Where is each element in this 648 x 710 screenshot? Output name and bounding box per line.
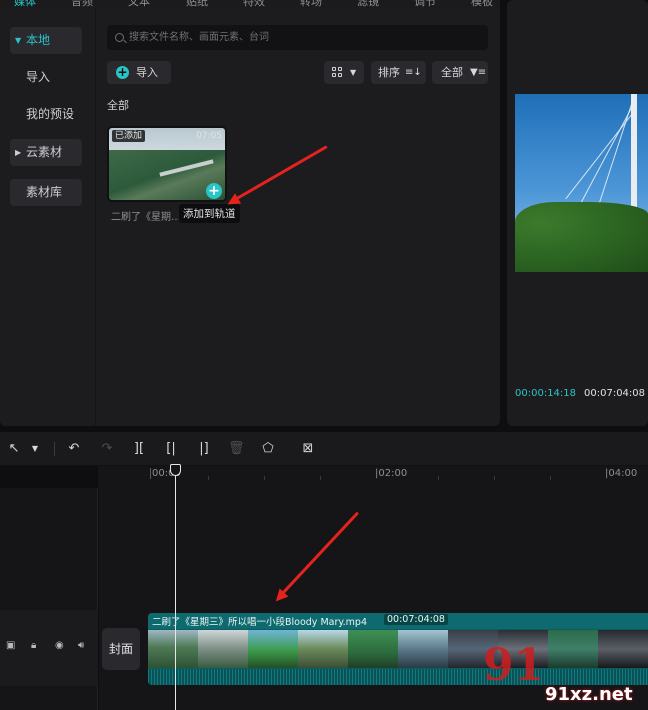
media-filename: 二刷了《星期… [111, 212, 181, 223]
sidebar-item-label: 素材库 [26, 185, 63, 199]
volume-icon[interactable]: 🔊︎ [78, 640, 84, 651]
sidebar-item-my-presets[interactable]: 我的预设 [10, 101, 82, 128]
tab-media[interactable]: 媒体 [14, 0, 36, 8]
preview-frame [515, 94, 648, 272]
undo-icon[interactable]: ↶ [66, 432, 82, 466]
tab-filters[interactable]: 滤镜 [357, 0, 379, 8]
added-tag: 已添加 [112, 130, 146, 142]
timeline-toolbar: ↖ ▼ ↶ ↷ ][ [| |] 🗑 ⬠ ⊠ [0, 432, 648, 466]
clip-name: 二刷了《星期三》所以唱一小段Bloody Mary.mp4 [152, 617, 367, 628]
delete-icon[interactable]: 🗑 [228, 432, 245, 466]
import-label: 导入 [136, 66, 158, 79]
eye-icon[interactable]: ◉ [55, 640, 64, 651]
video-clip[interactable]: 二刷了《星期三》所以唱一小段Bloody Mary.mp4 00:07:04:0… [148, 613, 648, 685]
select-icon[interactable]: ↖ [6, 432, 22, 466]
preview-panel: 00:00:14:18 00:07:04:08 [507, 0, 648, 426]
ruler-label: |02:00 [375, 468, 408, 479]
tab-transitions[interactable]: 转场 [300, 0, 322, 8]
search-placeholder: 搜索文件名称、画面元素、台词 [129, 32, 269, 43]
filter-button[interactable]: 全部 ▼≡ [432, 61, 488, 84]
tab-text[interactable]: 文本 [128, 0, 150, 8]
add-to-track-button[interactable]: + [206, 183, 222, 199]
plus-icon: + [116, 65, 129, 79]
chevron-down-icon: ▼ [350, 68, 357, 77]
media-thumbnail[interactable]: 已添加 07:05 + [107, 126, 227, 202]
filter-icon: ▼≡ [470, 67, 487, 78]
section-label-all: 全部 [107, 99, 129, 112]
watermark-logo: 91 [483, 640, 545, 691]
track-controls: ▣ 🔒︎ ◉ 🔊︎ [0, 610, 98, 686]
audio-waveform [148, 669, 648, 685]
caret-right-icon: ▶ [15, 148, 22, 157]
view-mode-button[interactable]: ▼ [324, 61, 364, 84]
clip-filmstrip [148, 630, 648, 668]
media-duration: 07:05 [196, 131, 222, 141]
sort-button[interactable]: 排序 ≡↓ [371, 61, 426, 84]
freeze-icon[interactable]: ⊠ [298, 432, 318, 466]
sort-label: 排序 [378, 66, 400, 79]
sidebar-item-local[interactable]: ▼ 本地 [10, 27, 82, 54]
sidebar-item-label: 我的预设 [26, 107, 75, 121]
filter-label: 全部 [441, 66, 463, 79]
split-left-icon[interactable]: [| [163, 432, 179, 466]
media-content: 搜索文件名称、画面元素、台词 + 导入 ▼ 排序 ≡↓ 全部 ▼≡ 全部 已添加… [96, 8, 500, 426]
chevron-down-icon[interactable]: ▼ [29, 432, 41, 466]
sidebar-item-cloud[interactable]: ▶ 云素材 [10, 139, 82, 166]
lock-icon[interactable]: 🔒︎ [31, 640, 36, 651]
sidebar-item-import[interactable]: 导入 [10, 64, 82, 91]
sidebar-item-label: 导入 [26, 70, 51, 84]
caret-down-icon: ▼ [15, 36, 22, 45]
tab-templates[interactable]: 模板 [471, 0, 493, 8]
redo-icon[interactable]: ↷ [99, 432, 115, 466]
split-icon[interactable]: ][ [131, 432, 147, 466]
search-icon [115, 33, 124, 42]
tab-effects[interactable]: 特效 [243, 0, 265, 8]
grid-icon [332, 67, 343, 78]
playhead-handle[interactable] [170, 464, 181, 476]
ruler-label: |04:00 [605, 468, 638, 479]
sidebar-item-label: 本地 [26, 33, 51, 47]
playhead[interactable] [175, 466, 176, 710]
track-video-icon[interactable]: ▣ [6, 640, 15, 651]
import-button[interactable]: + 导入 [107, 61, 171, 84]
split-right-icon[interactable]: |] [196, 432, 212, 466]
sidebar-item-library[interactable]: 素材库 [10, 179, 82, 206]
tab-sticker[interactable]: 贴纸 [186, 0, 208, 8]
marker-icon[interactable]: ⬠ [260, 432, 276, 466]
sort-icon: ≡↓ [405, 67, 422, 78]
current-time: 00:00:14:18 [515, 388, 577, 399]
tab-adjust[interactable]: 调节 [414, 0, 436, 8]
sidebar-item-label: 云素材 [26, 145, 63, 159]
media-sidebar: ▼ 本地 导入 我的预设 ▶ 云素材 素材库 [0, 8, 95, 426]
media-panel: ▼ 本地 导入 我的预设 ▶ 云素材 素材库 搜索文件名称、画面元素、台词 + … [0, 8, 500, 426]
search-input[interactable]: 搜索文件名称、画面元素、台词 [107, 25, 488, 50]
clip-duration: 00:07:04:08 [384, 614, 448, 625]
cover-button[interactable]: 封面 [102, 628, 140, 670]
top-tab-bar: 媒体 音频 文本 贴纸 特效 转场 滤镜 调节 模板 [0, 0, 500, 8]
total-time: 00:07:04:08 [584, 388, 646, 399]
tab-audio[interactable]: 音频 [71, 0, 93, 8]
watermark-text: 91xz.net [545, 684, 633, 705]
